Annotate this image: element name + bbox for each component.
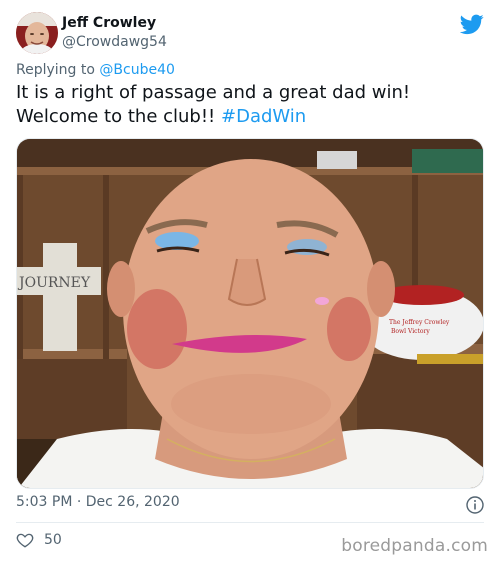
hashtag-link[interactable]: #DadWin [221, 106, 306, 127]
author-display-name[interactable]: Jeff Crowley [62, 14, 167, 32]
author-handle[interactable]: @Crowdawg54 [62, 32, 167, 52]
tweet-photo[interactable]: JOURNEY The Jeffrey Crowley Bowl Victory [16, 138, 484, 489]
like-action[interactable]: 50 [16, 531, 62, 549]
like-count: 50 [44, 532, 62, 548]
svg-text:Bowl Victory: Bowl Victory [391, 328, 430, 335]
author-names: Jeff Crowley @Crowdawg54 [62, 14, 167, 52]
site-watermark: boredpanda.com [341, 536, 488, 556]
tweet-body: It is a right of passage and a great dad… [16, 82, 411, 127]
reply-mention-link[interactable]: @Bcube40 [99, 62, 175, 78]
tweet-text: It is a right of passage and a great dad… [16, 81, 486, 129]
cross-journey-text: JOURNEY [17, 275, 91, 291]
info-icon[interactable] [466, 496, 484, 514]
tweet-timestamp[interactable]: 5:03 PM · Dec 26, 2020 [16, 494, 180, 510]
tweet-card: Jeff Crowley @Crowdawg54 Replying to @Bc… [0, 0, 500, 562]
twitter-bird-icon[interactable] [460, 12, 484, 36]
divider [16, 522, 484, 523]
reply-prefix: Replying to [16, 62, 100, 78]
svg-text:The Jeffrey Crowley: The Jeffrey Crowley [389, 319, 450, 326]
reply-context: Replying to @Bcube40 [16, 62, 175, 78]
avatar[interactable] [16, 12, 58, 54]
tweet-header: Jeff Crowley @Crowdawg54 [16, 12, 484, 56]
heart-icon[interactable] [16, 531, 34, 549]
